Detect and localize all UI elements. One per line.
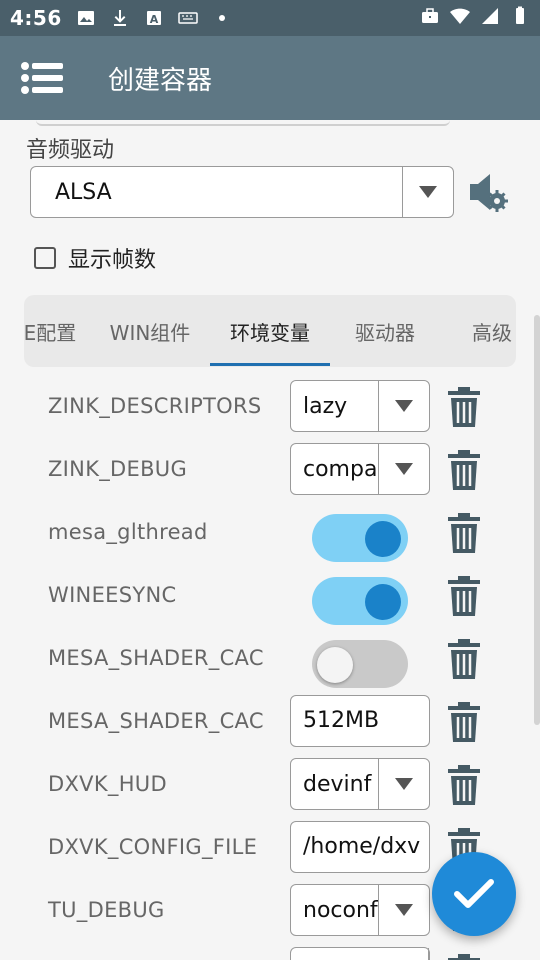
- env-row: ZINK_DEBUG compa: [0, 438, 540, 501]
- status-bar: 4:56 A: [0, 0, 540, 36]
- env-toggle[interactable]: [312, 577, 408, 625]
- env-value-input[interactable]: /home/dxv: [290, 821, 430, 873]
- env-value: lazy: [303, 393, 348, 419]
- env-name: MESA_SHADER_CAC: [48, 709, 264, 733]
- env-name: WINEESYNC: [48, 583, 177, 607]
- chevron-down-icon: [403, 186, 453, 198]
- svg-text:A: A: [149, 13, 158, 26]
- env-value: devinf: [303, 771, 372, 797]
- tab-win-components[interactable]: WIN组件: [108, 295, 192, 367]
- env-row: ZINK_DESCRIPTORS lazy: [0, 375, 540, 438]
- tab-label: 驱动器: [355, 320, 415, 345]
- menu-button[interactable]: [20, 58, 64, 98]
- dot-icon: [218, 15, 225, 21]
- wifi-icon: [450, 8, 470, 24]
- trash-icon[interactable]: [444, 575, 484, 617]
- env-value-select[interactable]: devinf: [290, 758, 430, 810]
- audio-driver-select[interactable]: ALSA: [30, 166, 454, 218]
- env-row: MESA_SHADER_CAC 512MB: [0, 690, 540, 753]
- page-title: 创建容器: [108, 65, 213, 96]
- briefcase-icon: [422, 8, 438, 23]
- toggle-knob: [365, 584, 401, 620]
- env-name: ZINK_DEBUG: [48, 457, 188, 481]
- tab-label: 环境变量: [230, 320, 310, 345]
- env-value-input[interactable]: 512MB: [290, 695, 430, 747]
- trash-icon[interactable]: [444, 386, 484, 428]
- scrollbar-thumb[interactable]: [534, 315, 540, 725]
- env-name: DXVK_CONFIG_FILE: [48, 835, 258, 859]
- env-toggle[interactable]: [312, 640, 408, 688]
- tab-drivers[interactable]: 驱动器: [346, 295, 424, 367]
- content-area: 音频驱动 ALSA 显示帧数 E配置 WIN组件 环境变量 驱动器 高级 ZIN…: [0, 120, 540, 960]
- chevron-down-icon: [379, 904, 429, 916]
- trash-icon[interactable]: [444, 701, 484, 743]
- show-fps-checkbox[interactable]: [34, 247, 56, 269]
- trash-icon[interactable]: [444, 953, 484, 960]
- toggle-knob: [317, 647, 353, 683]
- env-value-select[interactable]: lazy: [290, 380, 430, 432]
- env-toggle[interactable]: [312, 514, 408, 562]
- speaker-settings-icon[interactable]: [466, 170, 510, 214]
- check-icon: [454, 879, 494, 908]
- download-icon: [113, 10, 126, 26]
- audio-driver-label: 音频驱动: [26, 138, 115, 163]
- status-time: 4:56: [10, 6, 62, 30]
- signal-icon: [482, 8, 498, 24]
- select-divider: [428, 948, 429, 960]
- env-value-select[interactable]: [290, 947, 430, 960]
- toggle-knob: [365, 521, 401, 557]
- tab-label: WIN组件: [109, 320, 191, 345]
- show-fps-row[interactable]: 显示帧数: [34, 242, 156, 274]
- a-icon: A: [146, 11, 161, 26]
- env-row-partial: [0, 942, 540, 960]
- tab-env-vars[interactable]: 环境变量: [220, 295, 320, 367]
- menu-list-icon: [21, 62, 63, 94]
- env-name: MESA_SHADER_CAC: [48, 646, 264, 670]
- tab-label: 高级: [472, 320, 512, 345]
- battery-icon: [516, 6, 524, 24]
- confirm-button[interactable]: [432, 852, 516, 936]
- env-name: mesa_glthread: [48, 520, 208, 544]
- chevron-down-icon: [379, 463, 429, 475]
- env-row: mesa_glthread: [0, 501, 540, 564]
- tab-config[interactable]: E配置: [24, 295, 78, 367]
- env-value-select[interactable]: noconf: [290, 884, 430, 936]
- env-row: WINEESYNC: [0, 564, 540, 627]
- env-row: MESA_SHADER_CAC: [0, 627, 540, 690]
- previous-field-edge: [36, 120, 450, 126]
- env-value: noconf: [303, 897, 378, 923]
- env-value-select[interactable]: compa: [290, 443, 430, 495]
- keyboard-icon: [178, 12, 198, 24]
- env-value: compa: [303, 456, 378, 482]
- trash-icon[interactable]: [444, 512, 484, 554]
- tab-bar: E配置 WIN组件 环境变量 驱动器 高级: [24, 295, 516, 367]
- env-row: DXVK_HUD devinf: [0, 753, 540, 816]
- env-name: ZINK_DESCRIPTORS: [48, 394, 262, 418]
- trash-icon[interactable]: [444, 764, 484, 806]
- env-name: DXVK_HUD: [48, 772, 167, 796]
- show-fps-label: 显示帧数: [68, 248, 157, 273]
- active-tab-indicator: [210, 363, 330, 366]
- trash-icon[interactable]: [444, 449, 484, 491]
- image-icon: [77, 11, 94, 25]
- env-name: TU_DEBUG: [48, 898, 165, 922]
- tab-advanced[interactable]: 高级: [464, 295, 516, 367]
- trash-icon[interactable]: [444, 638, 484, 680]
- audio-driver-value: ALSA: [55, 179, 112, 205]
- tab-label: E配置: [24, 320, 77, 345]
- chevron-down-icon: [379, 400, 429, 412]
- app-bar: 创建容器: [0, 36, 540, 120]
- chevron-down-icon: [379, 778, 429, 790]
